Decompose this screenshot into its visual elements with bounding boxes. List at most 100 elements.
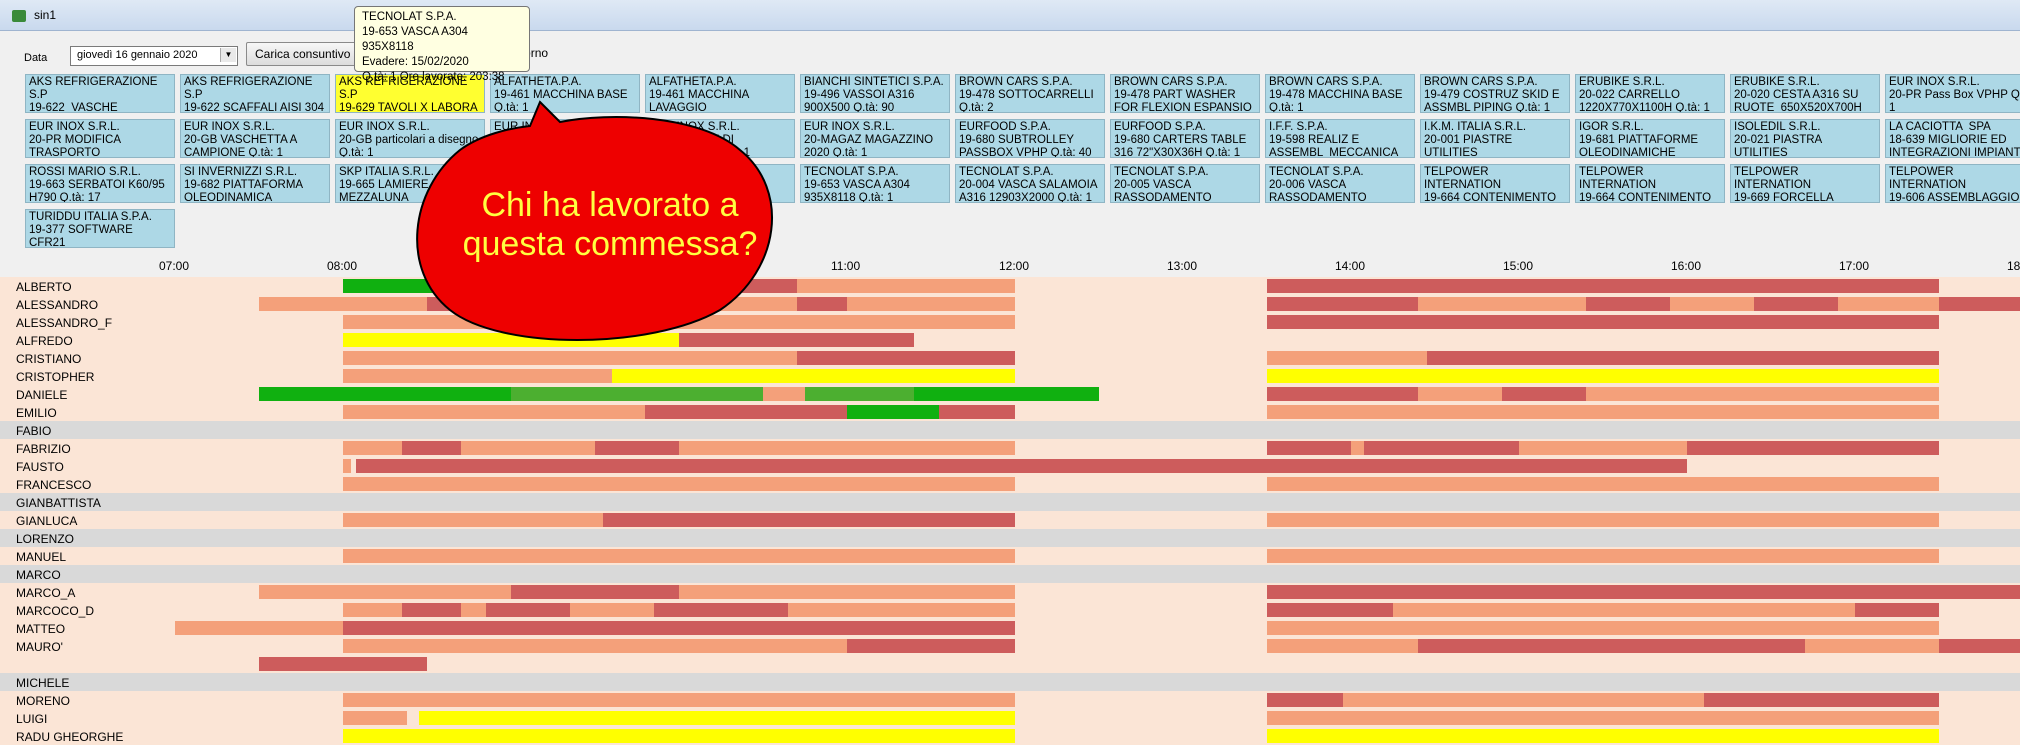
job-card[interactable]: BROWN CARS S.P.A. 19-479 COSTRUZ SKID E … [1420, 74, 1570, 113]
work-segment[interactable] [343, 729, 1015, 743]
work-segment[interactable] [1754, 297, 1839, 311]
work-segment[interactable] [1426, 351, 1939, 365]
work-segment[interactable] [343, 639, 847, 653]
work-segment[interactable] [603, 513, 1015, 527]
work-segment[interactable] [1586, 387, 1939, 401]
work-segment[interactable] [259, 297, 427, 311]
work-segment[interactable] [343, 441, 402, 455]
job-card[interactable]: TECNOLAT S.P.A. 20-005 VASCA RASSODAMENT… [1110, 164, 1260, 203]
work-segment[interactable] [1267, 585, 2020, 599]
work-segment[interactable] [1519, 441, 1687, 455]
work-segment[interactable] [511, 297, 797, 311]
work-segment[interactable] [401, 603, 461, 617]
work-segment[interactable] [1267, 711, 1939, 725]
worker-row[interactable]: CRISTOPHER [0, 367, 2020, 385]
job-card[interactable]: ROSSI MARIO S.R.L. 19-663 SERBATOI K60/9… [25, 164, 175, 203]
job-card[interactable]: BROWN CARS S.P.A. 19-478 MACCHINA BASE Q… [1265, 74, 1415, 113]
work-segment[interactable] [1586, 297, 1671, 311]
work-segment[interactable] [788, 603, 1015, 617]
job-card[interactable]: TECNOLAT S.P.A. 20-006 VASCA RASSODAMENT… [1265, 164, 1415, 203]
worker-row[interactable]: MICHELE [0, 673, 2020, 691]
work-segment[interactable] [1267, 513, 1939, 527]
job-card[interactable]: TELPOWER INTERNATION 19-664 CONTENIMENTO… [1575, 164, 1725, 203]
work-segment[interactable] [259, 585, 511, 599]
work-segment[interactable] [1267, 405, 1939, 419]
worker-row[interactable]: RADU GHEORGHE [0, 727, 2020, 745]
work-segment[interactable] [460, 603, 486, 617]
job-card[interactable]: AKS REFRIGERAZIONE S.P 19-622 VASCHE CAR… [25, 74, 175, 113]
work-segment[interactable] [847, 639, 1015, 653]
work-segment[interactable] [1267, 549, 1939, 563]
work-segment[interactable] [259, 387, 511, 401]
work-segment[interactable] [1687, 441, 1939, 455]
work-segment[interactable] [401, 441, 461, 455]
job-card[interactable]: EUR INOX S.R.L. 20-GB PRESSA CURVATURA [490, 119, 640, 158]
worker-row[interactable]: FRANCESCO [0, 475, 2020, 493]
worker-row[interactable]: EMILIO [0, 403, 2020, 421]
work-segment[interactable] [796, 279, 1015, 293]
work-segment[interactable] [796, 297, 847, 311]
work-segment[interactable] [259, 657, 427, 671]
job-card[interactable]: TURIDDU ITALIA S.P.A. 19-377 SOFTWARE CF… [25, 209, 175, 248]
job-card[interactable]: BIANCHI SINTETICI S.P.A. 19-496 VASSOI A… [800, 74, 950, 113]
work-segment[interactable] [1342, 693, 1704, 707]
job-card[interactable]: I.K.M. ITALIA S.R.L. 20-001 PIASTRE UTIL… [1420, 119, 1570, 158]
work-segment[interactable] [1267, 621, 1939, 635]
job-card[interactable]: EUR INOX S.R.L. 19-PR SERIE DI MIRACOLPI… [645, 119, 795, 158]
job-card[interactable]: EUR INOX S.R.L. 20-MAGAZ MAGAZZINO 2020 … [800, 119, 950, 158]
worker-row[interactable]: MARCOCO_D [0, 601, 2020, 619]
work-segment[interactable] [343, 279, 595, 293]
work-segment[interactable] [1703, 693, 1939, 707]
worker-row[interactable]: MORENO [0, 691, 2020, 709]
work-segment[interactable] [1939, 639, 2020, 653]
work-segment[interactable] [343, 333, 679, 347]
work-segment[interactable] [847, 297, 1015, 311]
work-segment[interactable] [343, 459, 352, 473]
work-segment[interactable] [1393, 603, 1855, 617]
work-segment[interactable] [1267, 639, 1419, 653]
worker-row[interactable]: GIANBATTISTA [0, 493, 2020, 511]
work-segment[interactable] [1670, 297, 1755, 311]
worker-row[interactable]: MARCO [0, 565, 2020, 583]
job-card[interactable]: EURFOOD S.P.A. 19-680 SUBTROLLEY PASSBOX… [955, 119, 1105, 158]
work-segment[interactable] [653, 603, 789, 617]
worker-row[interactable]: DANIELE [0, 385, 2020, 403]
work-segment[interactable] [939, 405, 1015, 419]
work-segment[interactable] [1267, 603, 1393, 617]
work-segment[interactable] [679, 585, 1015, 599]
work-segment[interactable] [1267, 315, 1939, 329]
work-segment[interactable] [847, 405, 940, 419]
work-segment[interactable] [1267, 279, 1939, 293]
worker-row[interactable]: MARCO_A [0, 583, 2020, 601]
work-segment[interactable] [645, 405, 847, 419]
work-segment[interactable] [595, 441, 679, 455]
chevron-down-icon[interactable]: ▼ [220, 48, 236, 62]
work-segment[interactable] [343, 369, 612, 383]
worker-row[interactable]: CRISTIANO [0, 349, 2020, 367]
worker-row[interactable]: FABRIZIO [0, 439, 2020, 457]
job-card[interactable]: IGOR S.R.L. 19-681 PIATTAFORME OLEODINAM… [1575, 119, 1725, 158]
work-segment[interactable] [1267, 729, 1939, 743]
work-segment[interactable] [343, 477, 1015, 491]
work-segment[interactable] [796, 351, 1015, 365]
work-segment[interactable] [1267, 693, 1343, 707]
job-card[interactable]: TELPOWER INTERNATION 19-606 ASSEMBLAGGIO… [1885, 164, 2020, 203]
work-segment[interactable] [1939, 297, 2020, 311]
work-segment[interactable] [343, 711, 407, 725]
work-segment[interactable] [1855, 603, 1939, 617]
job-card[interactable]: EURFOOD S.P.A. 19-680 CARTERS TABLE 316 … [1110, 119, 1260, 158]
work-segment[interactable] [1418, 639, 1805, 653]
job-card[interactable]: BROWN CARS S.P.A. 19-478 SOTTOCARRELLI Q… [955, 74, 1105, 113]
job-card[interactable]: TECNOLAT S.P.A. 19-653 VASCA A304 935X81… [800, 164, 950, 203]
worker-row[interactable]: ALESSANDRO [0, 295, 2020, 313]
work-segment[interactable] [511, 387, 763, 401]
job-card[interactable]: EUR INOX S.R.L. 20-PR MODIFICA TRASPORTO… [25, 119, 175, 158]
worker-row[interactable]: LUIGI [0, 709, 2020, 727]
worker-row[interactable]: MATTEO [0, 619, 2020, 637]
work-segment[interactable] [1804, 639, 1939, 653]
work-segment[interactable] [343, 405, 646, 419]
job-card[interactable]: TECNOLAT S.P.A. 20-004 VASCA SALAMOIA A3… [955, 164, 1105, 203]
work-segment[interactable] [679, 333, 915, 347]
job-card[interactable]: TELPOWER INTERNATION 19-664 CONTENIMENTO… [1420, 164, 1570, 203]
worker-row[interactable]: ALBERTO [0, 277, 2020, 295]
